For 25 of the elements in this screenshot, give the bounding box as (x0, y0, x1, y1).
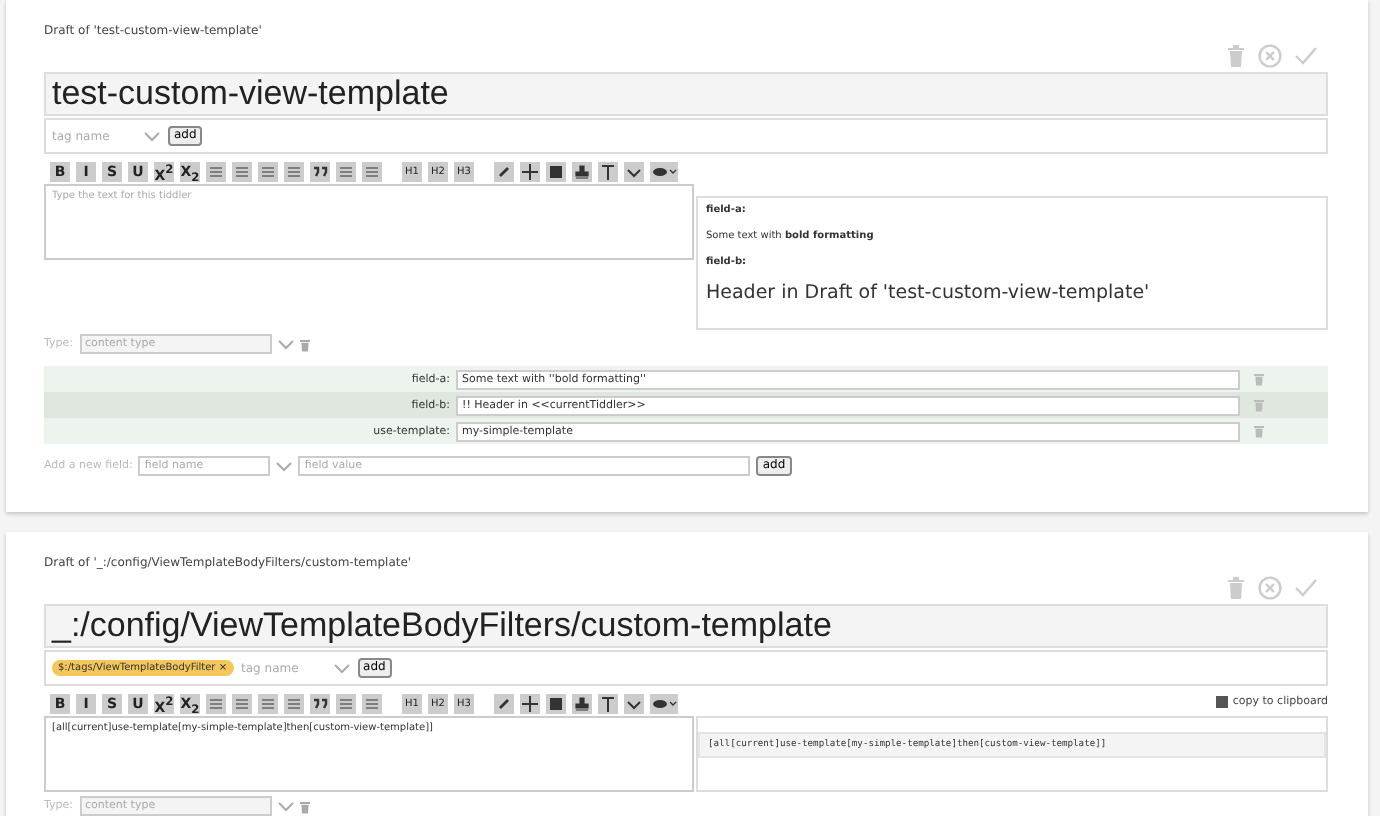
chevron-icon[interactable] (144, 131, 160, 141)
chevron-icon[interactable] (276, 461, 293, 471)
move-icon[interactable] (520, 694, 540, 714)
delete-icon[interactable] (1254, 424, 1264, 438)
field-header: Header in Draft of 'test-custom-view-template' (706, 282, 1152, 304)
chevron-icon[interactable] (277, 801, 293, 811)
quote-icon[interactable] (310, 162, 330, 182)
delete-icon[interactable] (299, 337, 309, 351)
title-field[interactable]: test-custom-view-template (44, 72, 1328, 116)
move-icon[interactable] (520, 162, 540, 182)
delete-icon[interactable] (1226, 576, 1246, 600)
quote-icon[interactable] (310, 694, 330, 714)
delete-icon[interactable] (1254, 372, 1264, 386)
close-icon[interactable] (1258, 44, 1282, 68)
check-icon[interactable] (1294, 46, 1318, 66)
check-icon[interactable] (1294, 578, 1318, 598)
title-field[interactable]: _:/config/ViewTemplateBodyFilters/custom-template (44, 604, 1328, 648)
delete-icon[interactable] (1254, 398, 1264, 412)
delete-icon[interactable] (1226, 44, 1246, 68)
chevron-icon[interactable] (333, 663, 350, 673)
more-chevron-icon[interactable] (624, 162, 644, 182)
chevron-icon[interactable] (277, 339, 293, 349)
more-chevron-icon[interactable] (624, 694, 644, 714)
delete-icon[interactable] (299, 799, 309, 813)
close-icon[interactable] (1258, 576, 1282, 600)
